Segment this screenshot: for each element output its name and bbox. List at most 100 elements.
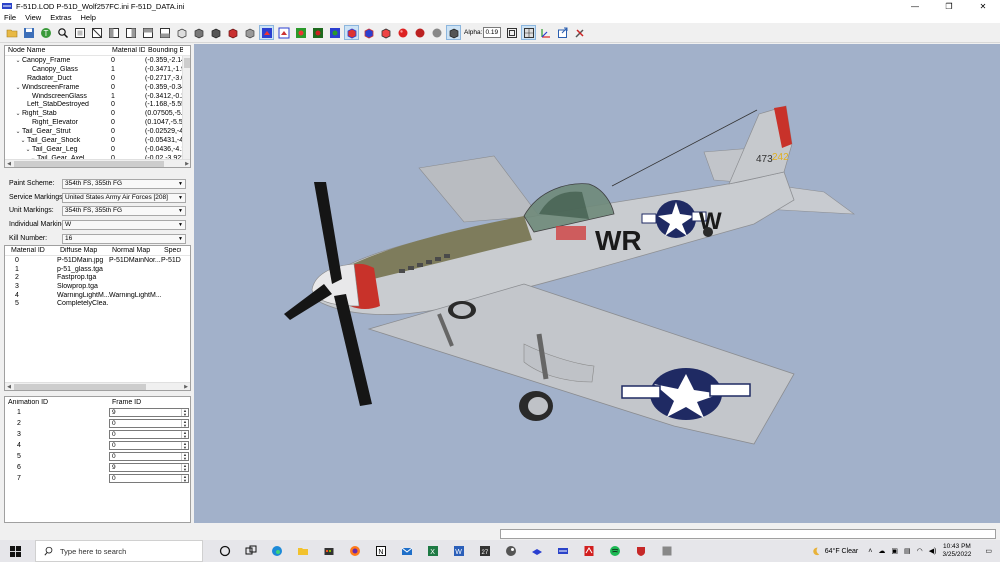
view-bottom-icon[interactable] — [158, 26, 171, 39]
excel-icon[interactable]: X — [427, 545, 439, 557]
clock[interactable]: 10:43 PM 3/25/2022 — [942, 543, 971, 559]
minimize-button[interactable]: — — [898, 0, 932, 12]
word-icon[interactable]: W — [453, 545, 465, 557]
open-folder-icon[interactable] — [5, 26, 18, 39]
alpha-input[interactable] — [483, 27, 502, 38]
shade-red-icon[interactable] — [344, 25, 359, 40]
tree-row[interactable]: WindscreenGlass 1 (-0.3412,-0.2 — [5, 92, 190, 101]
chevron-down-icon[interactable]: ⌄ — [19, 137, 27, 144]
material-row[interactable]: 3 Slowprop.tga — [5, 282, 190, 291]
texture-icon[interactable]: T — [39, 26, 52, 39]
frame-id-spinner[interactable]: 0 ▲ ▼ — [109, 452, 189, 461]
frame-id-spinner[interactable]: 9 ▲ ▼ — [109, 463, 189, 472]
tools-icon[interactable] — [573, 26, 586, 39]
mail-icon[interactable] — [401, 545, 413, 557]
file-explorer-icon[interactable] — [297, 545, 309, 557]
taskbar-search-input[interactable]: Type here to search — [35, 540, 203, 562]
shade-bright-icon[interactable] — [379, 26, 392, 39]
spinner-arrows-icon[interactable]: ▲ ▼ — [181, 420, 188, 427]
cube-dark-icon[interactable] — [209, 26, 222, 39]
sphere-grey-icon[interactable] — [430, 26, 443, 39]
export-icon[interactable] — [556, 26, 569, 39]
shade-blue-icon[interactable] — [362, 26, 375, 39]
kill-number-select[interactable]: 16 ▼ — [62, 233, 186, 244]
tree-row[interactable]: Left_StabDestroyed 0 (-1.168,-5.55 — [5, 100, 190, 109]
tray-app-icon[interactable]: ▣ — [891, 547, 898, 555]
frame-id-spinner[interactable]: 0 ▲ ▼ — [109, 441, 189, 450]
maximize-button[interactable]: ❐ — [932, 0, 966, 12]
menu-extras[interactable]: Extras — [50, 13, 71, 22]
menu-view[interactable]: View — [25, 13, 41, 22]
sphere-red-icon[interactable] — [396, 26, 409, 39]
node-tree-hscroll[interactable]: ◀ ▶ — [5, 159, 190, 167]
scroll-right-icon[interactable]: ▶ — [182, 383, 190, 390]
wireframe-green-icon[interactable] — [294, 26, 307, 39]
wireframe-darkgreen-icon[interactable] — [311, 26, 324, 39]
view-top-icon[interactable] — [141, 26, 154, 39]
paint-scheme-select[interactable]: 354th FS, 355th FG ▼ — [62, 178, 186, 189]
notifications-icon[interactable]: ▭ — [985, 547, 992, 555]
chevron-up-icon[interactable]: ˄ — [868, 548, 872, 555]
animation-panel[interactable]: Animation ID Frame ID 1 9 ▲ ▼ 2 0 ▲ ▼ 3 0 ▲ ▼ 4 0 ▲ ▼ 5 0… — [4, 396, 191, 523]
pdf-icon[interactable] — [583, 545, 595, 557]
volume-icon[interactable]: ◀) — [929, 547, 937, 555]
tree-row[interactable]: ⌄ WindscreenFrame 0 (-0.359,-0.34 — [5, 83, 190, 92]
view-iso-icon[interactable] — [175, 26, 188, 39]
wireframe-red-icon[interactable] — [277, 26, 290, 39]
col-diffuse[interactable]: Diffuse Map — [57, 247, 109, 254]
wireframe-mixed-icon[interactable] — [328, 26, 341, 39]
3d-viewport[interactable]: 473 242 WR W — [194, 44, 1000, 523]
chevron-down-icon[interactable]: ⌄ — [14, 110, 22, 117]
material-row[interactable]: 0 P-51DMain.jpg P-51DMainNor... P-51D — [5, 256, 190, 265]
wireframe-blue-icon[interactable] — [259, 25, 274, 40]
steam-icon[interactable] — [505, 545, 517, 557]
spinner-arrows-icon[interactable]: ▲ ▼ — [181, 464, 188, 471]
solid-view-icon[interactable] — [446, 25, 461, 40]
tree-row[interactable]: Radiator_Duct 0 (-0.2717,-3.0 — [5, 74, 190, 83]
notion-icon[interactable]: N — [375, 545, 387, 557]
col-material-id[interactable]: Material ID — [109, 47, 145, 54]
grid-icon[interactable] — [521, 25, 537, 40]
shield-icon[interactable] — [635, 545, 647, 557]
menu-help[interactable]: Help — [80, 13, 95, 22]
node-tree-panel[interactable]: Node Name Material ID Bounding B ⌄ Canopy… — [4, 45, 191, 168]
tree-row[interactable]: Canopy_Glass 1 (-0.3471,-1.9 — [5, 65, 190, 74]
scroll-right-icon[interactable]: ▶ — [183, 160, 190, 167]
col-bounding-box[interactable]: Bounding B — [145, 47, 183, 54]
chevron-down-icon[interactable]: ⌄ — [14, 84, 22, 91]
col-mat-id[interactable]: Material ID — [5, 247, 57, 254]
material-row[interactable]: 4 WarningLightM... WarningLightM... — [5, 291, 190, 300]
spinner-arrows-icon[interactable]: ▲ ▼ — [181, 442, 188, 449]
zoom-icon[interactable] — [56, 26, 69, 39]
chevron-down-icon[interactable]: ⌄ — [14, 128, 22, 135]
cube-red-icon[interactable] — [226, 26, 239, 39]
material-row[interactable]: 1 p-51_glass.tga — [5, 265, 190, 274]
chevron-down-icon[interactable]: ⌄ — [24, 146, 32, 153]
tree-row[interactable]: ⌄ Canopy_Frame 0 (-0.359,-2.14 — [5, 56, 190, 65]
app-icon-a[interactable] — [531, 545, 543, 557]
materials-panel[interactable]: Material ID Diffuse Map Normal Map Specu… — [4, 245, 191, 391]
col-frame-id[interactable]: Frame ID — [109, 399, 169, 406]
network-icon[interactable]: ▤ — [904, 547, 911, 555]
edge-icon[interactable] — [271, 545, 283, 557]
material-row[interactable]: 2 Fastprop.tga — [5, 273, 190, 282]
view-left-icon[interactable] — [107, 26, 120, 39]
col-animation-id[interactable]: Animation ID — [5, 399, 109, 406]
app-icon-b[interactable] — [557, 545, 569, 557]
spinner-arrows-icon[interactable]: ▲ ▼ — [181, 409, 188, 416]
material-row[interactable]: 5 CompletelyClea... — [5, 299, 190, 308]
store-icon[interactable] — [323, 545, 335, 557]
tree-row[interactable]: ⌄ Tail_Gear_Strut 0 (-0.02529,-4. — [5, 127, 190, 136]
service-markings-select[interactable]: United States Army Air Forces [208] ▼ — [62, 192, 186, 203]
scroll-left-icon[interactable]: ◀ — [5, 160, 13, 167]
cortana-icon[interactable] — [219, 545, 231, 557]
tree-row[interactable]: ⌄ Tail_Gear_Shock 0 (-0.05431,-4. — [5, 136, 190, 145]
node-tree-vscroll[interactable] — [182, 56, 190, 160]
windows-start-icon[interactable] — [9, 545, 21, 557]
view-back-icon[interactable] — [90, 26, 103, 39]
weather-widget[interactable]: 64°F Clear — [811, 546, 858, 556]
spotify-icon[interactable] — [609, 545, 621, 557]
frame-id-spinner[interactable]: 0 ▲ ▼ — [109, 419, 189, 428]
task-view-icon[interactable] — [245, 545, 257, 557]
individual-markings-select[interactable]: W ▼ — [62, 219, 186, 230]
